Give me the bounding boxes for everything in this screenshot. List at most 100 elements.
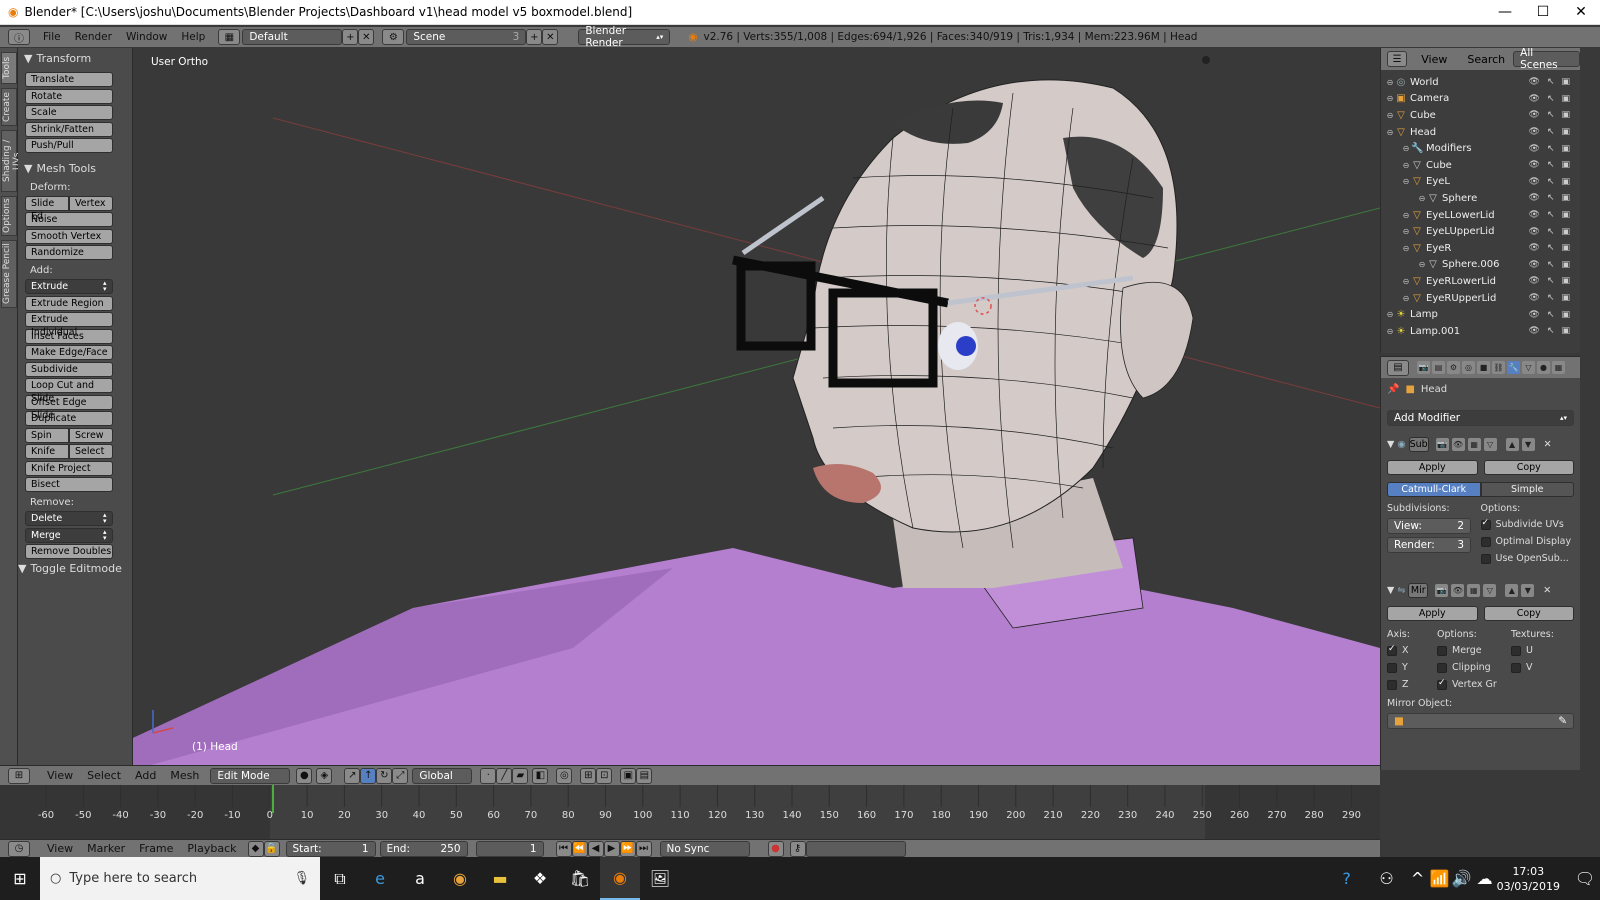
expand-toggle-icon[interactable]: ⊖	[1401, 294, 1411, 303]
outliner-item[interactable]: ⊖ ▽ Cube 👁 ↖ ▣	[1381, 157, 1580, 174]
cursor-icon[interactable]: ↖	[1547, 144, 1555, 154]
knife-project-button[interactable]: Knife Project	[25, 460, 113, 476]
texture-v-checkbox[interactable]	[1511, 662, 1521, 673]
render-anim-icon[interactable]: ▤	[636, 767, 653, 784]
outliner-menu-search[interactable]: Search	[1467, 53, 1505, 66]
subsurf-copy-button[interactable]: Copy	[1483, 460, 1574, 475]
timeline-menu-view[interactable]: View	[40, 842, 80, 855]
translate-manip-icon[interactable]: ↑	[360, 767, 377, 784]
axis-x-option[interactable]: X	[1387, 644, 1437, 656]
camera-render-icon[interactable]: ▣	[1561, 326, 1570, 336]
timeline-ruler[interactable]: -60 -50 -40 -30 -20 -10 0 10 20 30 40 50 60 70 80 90 100…	[0, 785, 1380, 839]
scene-add-icon[interactable]: +	[526, 29, 543, 45]
layout-dropdown[interactable]: Default	[242, 29, 343, 45]
render-levels-field[interactable]: Render: 3	[1387, 537, 1471, 553]
translate-button[interactable]: Translate	[25, 72, 113, 87]
texture-u-option[interactable]: U	[1511, 645, 1574, 656]
mirror-name-field[interactable]: Mir	[1408, 582, 1429, 598]
proportional-icon[interactable]: ◎	[556, 767, 573, 784]
spin-button[interactable]: Spin	[25, 427, 69, 443]
cursor-icon[interactable]: ↖	[1547, 243, 1555, 253]
outliner-item[interactable]: ⊖ ▽ EyeR 👁 ↖ ▣	[1381, 240, 1580, 257]
eye-icon[interactable]: 👁	[1529, 144, 1540, 154]
eye-icon[interactable]: 👁	[1529, 310, 1540, 320]
menu-view[interactable]: View	[40, 769, 80, 782]
panel-transform-header[interactable]: ▼ Transform	[24, 50, 128, 66]
menu-render[interactable]: Render	[68, 31, 119, 43]
rotate-button[interactable]: Rotate	[25, 88, 113, 104]
object-tab-icon[interactable]: ■	[1477, 361, 1490, 374]
taskbar-search[interactable]: ○ Type here to search 🎙	[40, 857, 320, 900]
face-select-icon[interactable]: ▰	[512, 767, 529, 784]
eye-icon[interactable]: 👁	[1529, 193, 1540, 203]
eye-icon[interactable]: 👁	[1529, 177, 1540, 187]
extrude-dropdown[interactable]: Extrude	[25, 279, 113, 294]
render-layers-tab-icon[interactable]: ▤	[1432, 361, 1445, 374]
move-down-icon[interactable]: ▼	[1521, 583, 1535, 597]
render-preview-icon[interactable]: ▣	[620, 767, 637, 784]
expand-toggle-icon[interactable]: ⊖	[1401, 227, 1411, 236]
orientation-dropdown[interactable]: Global	[412, 767, 473, 784]
cursor-icon[interactable]: ↖	[1547, 77, 1555, 87]
camera-render-icon[interactable]: ▣	[1561, 210, 1570, 220]
data-tab-icon[interactable]: ▽	[1522, 361, 1535, 374]
shading-solid-icon[interactable]: ●	[296, 767, 313, 784]
vertex-select-icon[interactable]: ·	[480, 767, 497, 784]
eye-icon[interactable]: 👁	[1529, 293, 1540, 303]
outliner-item[interactable]: ⊖ ▽ Sphere.006 👁 ↖ ▣	[1381, 257, 1580, 274]
optimal-display-checkbox[interactable]	[1480, 536, 1491, 547]
texture-tab-icon[interactable]: ▦	[1552, 361, 1565, 374]
expand-toggle-icon[interactable]: ⊖	[1385, 327, 1395, 336]
cursor-icon[interactable]: ↖	[1547, 193, 1555, 203]
modifiers-tab-icon[interactable]: 🔧	[1507, 361, 1520, 374]
smooth-vertex-button[interactable]: Smooth Vertex	[25, 228, 113, 244]
cursor-icon[interactable]: ↖	[1547, 127, 1555, 137]
texture-u-checkbox[interactable]	[1511, 645, 1521, 656]
outliner-item[interactable]: ⊖ 🔧 Modifiers 👁 ↖ ▣	[1381, 140, 1580, 157]
camera-render-icon[interactable]: ▣	[1561, 110, 1570, 120]
visibility-toggle-icon[interactable]: 👁	[1451, 583, 1465, 597]
timeline-menu-marker[interactable]: Marker	[80, 842, 132, 855]
cursor-icon[interactable]: ↖	[1547, 227, 1555, 237]
keying-set-icon[interactable]: ⚷	[789, 840, 806, 857]
camera-render-icon[interactable]: ▣	[1561, 310, 1570, 320]
panel-mesh-tools-header[interactable]: ▼ Mesh Tools	[24, 161, 128, 177]
amazon-icon[interactable]: a	[400, 857, 440, 900]
move-up-icon[interactable]: ▲	[1505, 583, 1519, 597]
expand-toggle-icon[interactable]: ⊖	[1385, 111, 1395, 120]
eyedropper-icon[interactable]: ✎	[1558, 715, 1567, 727]
eye-icon[interactable]: 👁	[1529, 227, 1540, 237]
snap-target-icon[interactable]: ⊡	[596, 767, 613, 784]
view-levels-field[interactable]: View: 2	[1387, 518, 1471, 534]
start-frame-field[interactable]: Start: 1	[285, 840, 376, 857]
cursor-icon[interactable]: ↖	[1547, 94, 1555, 104]
duplicate-button[interactable]: Duplicate	[25, 411, 113, 426]
camera-render-icon[interactable]: ▣	[1561, 193, 1570, 203]
push-pull-button[interactable]: Push/Pull	[25, 138, 113, 153]
tab-options[interactable]: Options	[1, 196, 17, 236]
vertex-slide-button[interactable]: Vertex	[69, 195, 113, 211]
minimize-button[interactable]: —	[1486, 4, 1524, 20]
pin-icon[interactable]: 📌	[1387, 384, 1399, 395]
slide-edge-button[interactable]: Slide Ed	[25, 195, 69, 222]
eye-icon[interactable]: 👁	[1529, 110, 1540, 120]
eye-icon[interactable]: 👁	[1529, 326, 1540, 336]
remove-modifier-icon[interactable]: ✕	[1543, 585, 1551, 596]
keyframe-icon[interactable]: ◆	[247, 840, 264, 857]
outliner-item[interactable]: ⊖ ▽ EyeL 👁 ↖ ▣	[1381, 174, 1580, 191]
outliner-scope-dropdown[interactable]: All Scenes	[1513, 47, 1580, 71]
timeline-menu-frame[interactable]: Frame	[132, 842, 180, 855]
windows-start-icon[interactable]: ⊞	[0, 857, 40, 900]
outliner-item[interactable]: ⊖ ▽ EyeRLowerLid 👁 ↖ ▣	[1381, 273, 1580, 290]
edge-browser-icon[interactable]: e	[360, 857, 400, 900]
render-tab-icon[interactable]: 📷	[1417, 361, 1430, 374]
blender-taskbar-icon[interactable]: ◉	[600, 857, 640, 900]
scale-manip-icon[interactable]: ⤢	[392, 767, 409, 784]
layout-grid-icon[interactable]: ▦	[218, 29, 241, 45]
axis-z-checkbox[interactable]	[1387, 679, 1397, 690]
scale-button[interactable]: Scale	[25, 105, 113, 120]
cursor-icon[interactable]: ↖	[1547, 260, 1555, 270]
jump-end-icon[interactable]: ⏭	[635, 840, 652, 857]
keying-set-field[interactable]	[805, 840, 906, 857]
snap-icon[interactable]: ⊞	[580, 767, 597, 784]
